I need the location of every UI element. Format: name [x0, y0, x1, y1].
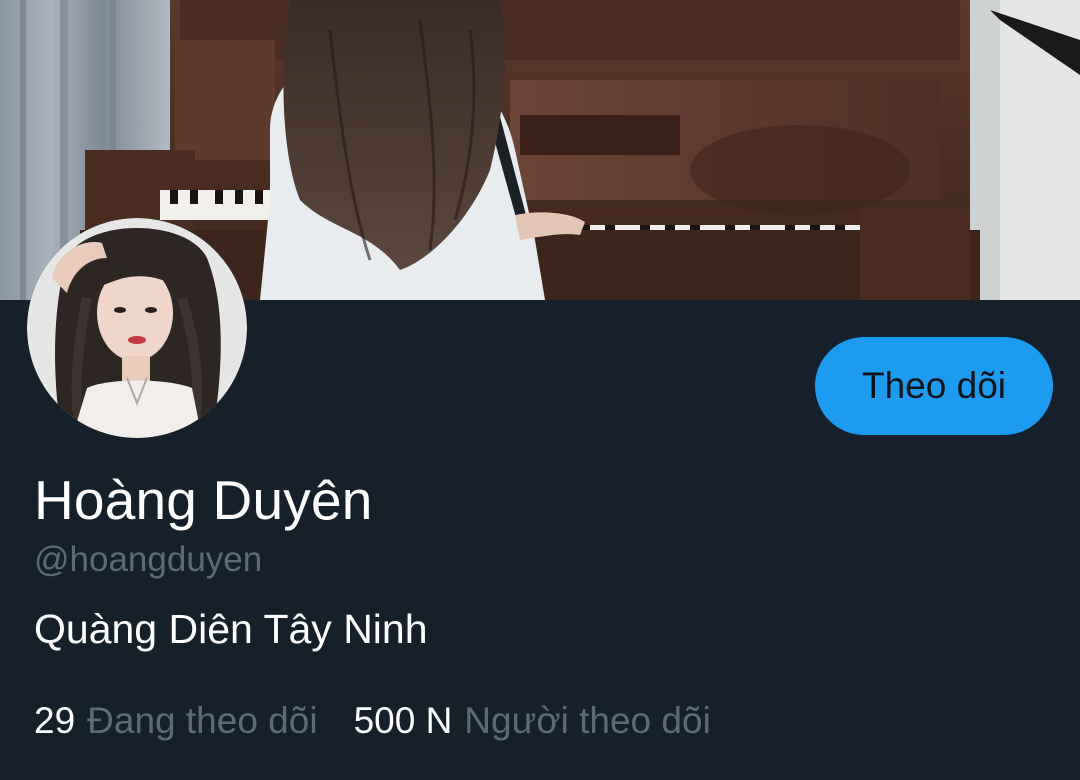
follow-stats: 29 Đang theo dõi 500 N Người theo dõi — [34, 700, 711, 742]
followers-stat-link[interactable]: 500 N Người theo dõi — [354, 700, 711, 742]
following-stat-link[interactable]: 29 Đang theo dõi — [34, 700, 318, 742]
avatar[interactable] — [27, 218, 247, 438]
display-name: Hoàng Duyên — [34, 469, 373, 531]
username-handle: @hoangduyen — [34, 540, 263, 579]
follow-button[interactable]: Theo dõi — [815, 337, 1053, 435]
following-count: 29 — [34, 700, 76, 741]
profile-page: Theo dõi Hoàng Duyên @hoangduyen Quàng D… — [0, 0, 1080, 780]
profile-bio: Quàng Diên Tây Ninh — [34, 606, 428, 652]
followers-count: 500 N — [353, 700, 453, 741]
following-label: Đang theo dõi — [87, 700, 318, 741]
followers-label: Người theo dõi — [464, 700, 711, 741]
